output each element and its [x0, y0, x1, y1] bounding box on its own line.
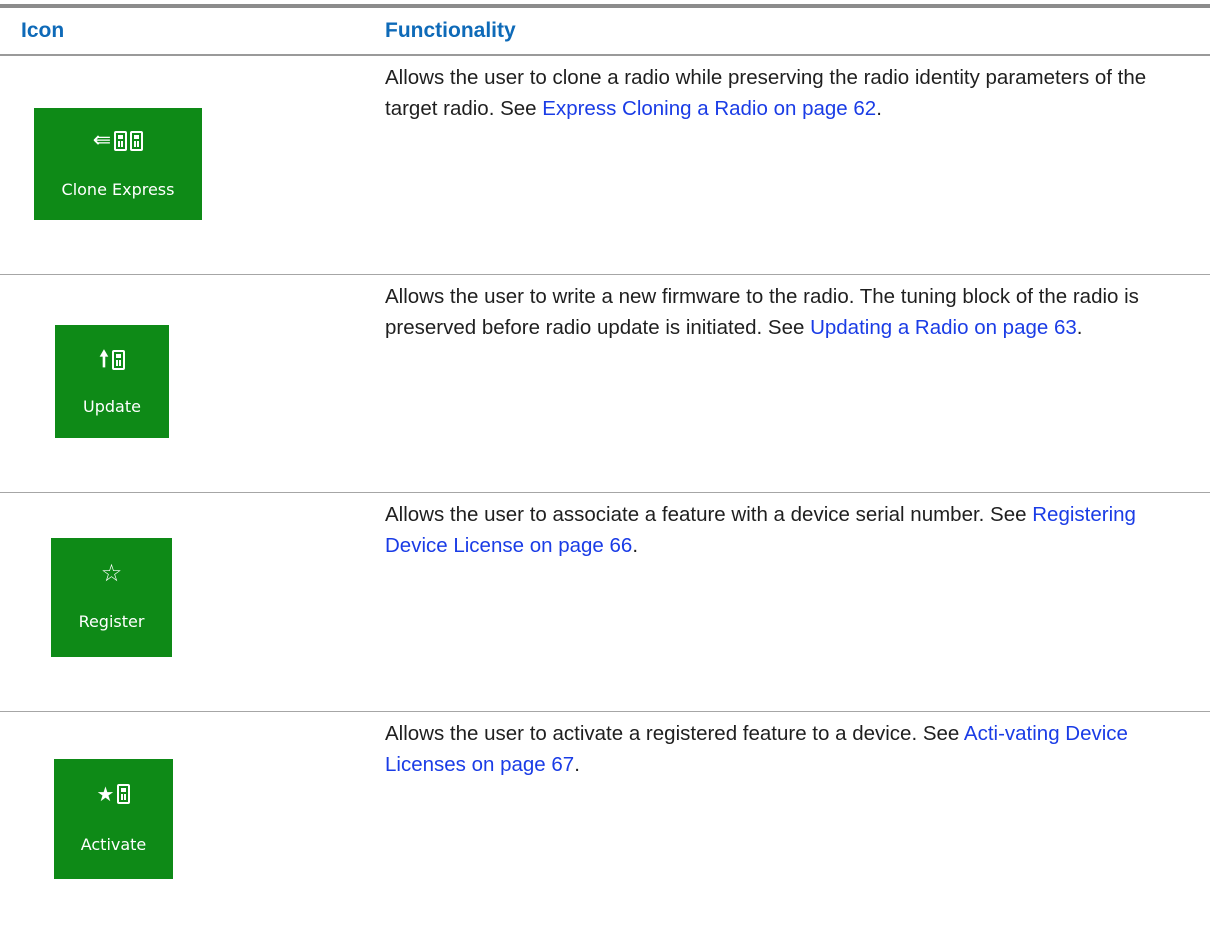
table-row: ★ Activate Allows the user to activate a…	[0, 712, 1210, 927]
register-button[interactable]: ☆ Register	[51, 538, 172, 657]
update-button[interactable]: 🠕 Update	[55, 325, 169, 438]
description-period: .	[876, 97, 882, 120]
table-row: ☆ Register Allows the user to associate …	[0, 493, 1210, 711]
header-icon-column: Icon	[21, 19, 65, 42]
register-star-icon: ☆	[100, 558, 123, 587]
tile-label: Activate	[80, 835, 147, 854]
description-period: .	[1076, 316, 1083, 339]
row-description: Allows the user to activate a registered…	[385, 718, 1160, 780]
tile-label: Clone Express	[61, 180, 175, 199]
row-description: Allows the user to clone a radio while p…	[385, 62, 1160, 124]
description-text: Allows the user to associate a feature w…	[385, 503, 1033, 526]
tile-label: Register	[78, 612, 145, 631]
clone-express-button[interactable]: ⇚ Clone Express	[34, 108, 202, 220]
activate-button[interactable]: ★ Activate	[54, 759, 173, 879]
clone-express-icon: ⇚	[34, 129, 202, 151]
updating-radio-link[interactable]: Updating a Radio on page 63	[810, 316, 1077, 339]
description-period: .	[574, 753, 580, 776]
update-icon: 🠕	[55, 348, 169, 370]
header-functionality-column: Functionality	[385, 19, 516, 42]
express-cloning-link[interactable]: Express Cloning a Radio on page 62	[542, 97, 876, 120]
tile-label: Update	[83, 397, 141, 416]
table-row: ⇚ Clone Express Allows the user to clone…	[0, 56, 1210, 274]
activate-icon: ★	[54, 783, 173, 804]
row-description: Allows the user to associate a feature w…	[385, 499, 1160, 561]
description-text: Allows the user to activate a registered…	[385, 722, 964, 745]
table-row: 🠕 Update Allows the user to write a new …	[0, 275, 1210, 493]
description-period: .	[632, 534, 639, 557]
table-header: Icon Functionality	[0, 8, 1210, 54]
row-description: Allows the user to write a new firmware …	[385, 281, 1160, 343]
